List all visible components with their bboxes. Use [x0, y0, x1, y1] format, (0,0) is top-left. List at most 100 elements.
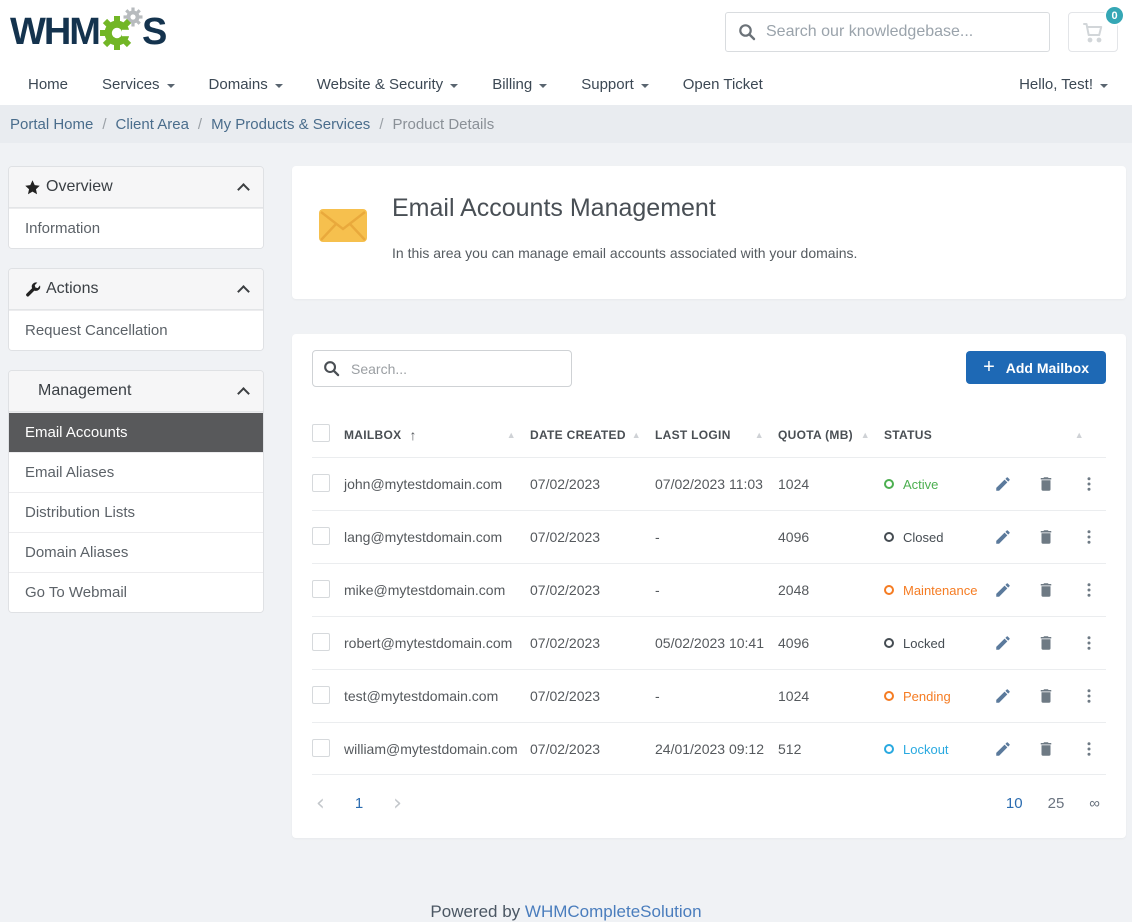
pencil-icon	[994, 634, 1012, 652]
chevron-down-icon	[641, 84, 649, 88]
row-checkbox[interactable]	[312, 527, 330, 545]
more-button[interactable]	[1080, 528, 1098, 546]
mailboxes-table: MAILBOX ↑ ▲ DATE CREATED ▲ LAST LOGIN ▲ …	[312, 413, 1106, 832]
breadcrumb-my-products[interactable]: My Products & Services	[211, 116, 370, 133]
quota-cell: 4096	[778, 635, 884, 651]
page-size-10[interactable]: 10	[1006, 795, 1023, 812]
table-row: test@mytestdomain.com 07/02/2023 - 1024 …	[312, 669, 1106, 722]
mailbox-cell: mike@mytestdomain.com	[344, 582, 530, 598]
status-circle-icon	[884, 691, 894, 701]
sort-icon[interactable]: ▲	[1075, 430, 1098, 440]
add-mailbox-button[interactable]: + Add Mailbox	[966, 351, 1106, 384]
more-button[interactable]	[1080, 687, 1098, 705]
sidebar-item-email-accounts[interactable]: Email Accounts	[9, 412, 263, 452]
row-checkbox[interactable]	[312, 633, 330, 651]
table-search-input[interactable]	[312, 350, 572, 387]
kebab-icon	[1080, 634, 1098, 652]
breadcrumb-portal-home[interactable]: Portal Home	[10, 116, 93, 133]
sort-icon[interactable]: ▲	[755, 430, 778, 440]
last-login-cell: -	[655, 582, 778, 598]
user-menu[interactable]: Hello, Test!	[1019, 76, 1108, 93]
table-row: robert@mytestdomain.com 07/02/2023 05/02…	[312, 616, 1106, 669]
sidebar-item-request-cancellation[interactable]: Request Cancellation	[9, 310, 263, 350]
sidebar-item-information[interactable]: Information	[9, 208, 263, 248]
nav-support[interactable]: Support	[581, 76, 649, 93]
row-checkbox[interactable]	[312, 686, 330, 704]
sort-icon[interactable]: ▲	[507, 430, 530, 440]
sidebar-item-go-to-webmail[interactable]: Go To Webmail	[9, 572, 263, 612]
column-header-last-login[interactable]: LAST LOGIN ▲	[655, 428, 778, 442]
knowledgebase-search-input[interactable]	[725, 12, 1050, 52]
page-size-all[interactable]: ∞	[1089, 795, 1100, 812]
row-checkbox[interactable]	[312, 580, 330, 598]
panel-actions: Actions Request Cancellation	[8, 268, 264, 351]
column-header-date-created[interactable]: DATE CREATED ▲	[530, 428, 655, 442]
delete-button[interactable]	[1037, 740, 1055, 758]
knowledgebase-search	[725, 12, 1050, 52]
table-row: mike@mytestdomain.com 07/02/2023 - 2048 …	[312, 563, 1106, 616]
nav-open-ticket[interactable]: Open Ticket	[683, 76, 763, 93]
sidebar-item-distribution-lists[interactable]: Distribution Lists	[9, 492, 263, 532]
breadcrumb-current: Product Details	[392, 116, 494, 133]
delete-button[interactable]	[1037, 687, 1055, 705]
panel-title: Management	[24, 382, 131, 400]
sort-icon[interactable]: ▲	[632, 430, 655, 440]
delete-button[interactable]	[1037, 475, 1055, 493]
column-header-quota[interactable]: QUOTA (MB) ▲	[778, 428, 884, 442]
status-badge: Active	[884, 477, 994, 492]
sort-icon[interactable]: ▲	[861, 430, 884, 440]
sidebar-item-email-aliases[interactable]: Email Aliases	[9, 452, 263, 492]
whmcs-logo[interactable]: WHM S	[10, 6, 165, 58]
edit-button[interactable]	[994, 475, 1012, 493]
panel-overview-header[interactable]: Overview	[9, 167, 263, 208]
column-header-status[interactable]: STATUS	[884, 428, 994, 442]
table-row: lang@mytestdomain.com 07/02/2023 - 4096 …	[312, 510, 1106, 563]
logo-text-s: S	[142, 13, 165, 51]
edit-button[interactable]	[994, 581, 1012, 599]
pagination-prev-button[interactable]: ‹	[312, 793, 329, 815]
kebab-icon	[1080, 581, 1098, 599]
delete-button[interactable]	[1037, 528, 1055, 546]
plus-icon: +	[983, 357, 995, 377]
status-badge: Closed	[884, 530, 994, 545]
table-header-row: MAILBOX ↑ ▲ DATE CREATED ▲ LAST LOGIN ▲ …	[312, 413, 1106, 457]
panel-management-header[interactable]: Management	[9, 371, 263, 412]
more-button[interactable]	[1080, 581, 1098, 599]
nav-website-security[interactable]: Website & Security	[317, 76, 458, 93]
column-header-mailbox[interactable]: MAILBOX ↑ ▲	[344, 427, 530, 443]
mailbox-cell: john@mytestdomain.com	[344, 476, 530, 492]
trash-icon	[1037, 581, 1055, 599]
breadcrumb-separator: /	[102, 116, 106, 133]
more-button[interactable]	[1080, 740, 1098, 758]
row-checkbox[interactable]	[312, 739, 330, 757]
more-button[interactable]	[1080, 475, 1098, 493]
status-circle-icon	[884, 479, 894, 489]
nav-billing[interactable]: Billing	[492, 76, 547, 93]
panel-overview: Overview Information	[8, 166, 264, 249]
edit-button[interactable]	[994, 740, 1012, 758]
pagination-next-button[interactable]: ›	[389, 793, 406, 815]
panel-actions-header[interactable]: Actions	[9, 269, 263, 310]
envelope-icon	[318, 200, 368, 250]
delete-button[interactable]	[1037, 634, 1055, 652]
delete-button[interactable]	[1037, 581, 1055, 599]
edit-button[interactable]	[994, 687, 1012, 705]
footer-link[interactable]: WHMCompleteSolution	[525, 902, 702, 921]
nav-home[interactable]: Home	[28, 76, 68, 93]
row-checkbox[interactable]	[312, 474, 330, 492]
edit-button[interactable]	[994, 634, 1012, 652]
select-all-checkbox[interactable]	[312, 424, 330, 442]
edit-button[interactable]	[994, 528, 1012, 546]
page-size-25[interactable]: 25	[1048, 795, 1065, 812]
breadcrumb-client-area[interactable]: Client Area	[116, 116, 189, 133]
pencil-icon	[994, 475, 1012, 493]
status-badge: Locked	[884, 636, 994, 651]
pagination-page-1[interactable]: 1	[355, 795, 363, 812]
nav-domains[interactable]: Domains	[209, 76, 283, 93]
cart-button[interactable]: 0	[1068, 12, 1118, 52]
content-area: Overview Information Actions Request Can…	[0, 143, 1132, 838]
wrench-icon	[24, 281, 46, 298]
sidebar-item-domain-aliases[interactable]: Domain Aliases	[9, 532, 263, 572]
more-button[interactable]	[1080, 634, 1098, 652]
nav-services[interactable]: Services	[102, 76, 175, 93]
